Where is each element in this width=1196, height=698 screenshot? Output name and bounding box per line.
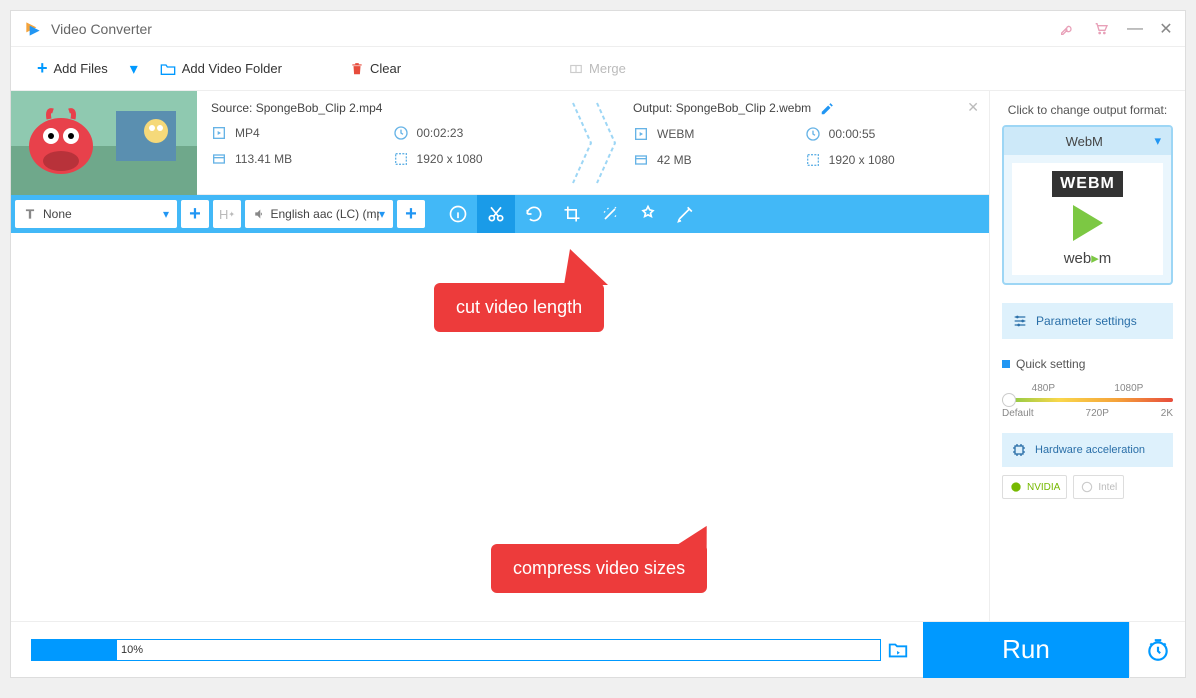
clear-label: Clear xyxy=(370,61,401,76)
bottom-bar: 10% Run xyxy=(11,621,1185,677)
compress-slider[interactable]: 10% xyxy=(31,639,881,661)
crop-tool[interactable] xyxy=(553,195,591,233)
add-folder-label: Add Video Folder xyxy=(182,61,282,76)
trash-icon xyxy=(350,61,364,77)
effects-tool[interactable] xyxy=(591,195,629,233)
add-subtitle-button[interactable]: + xyxy=(181,200,209,228)
quality-slider[interactable]: 480P1080P Default720P2K xyxy=(1002,383,1173,419)
edit-output-icon[interactable] xyxy=(820,102,834,116)
chevron-down-icon: ▾ xyxy=(1154,133,1161,149)
merge-label: Merge xyxy=(589,61,626,76)
folder-icon xyxy=(160,62,176,76)
merge-button: Merge xyxy=(555,55,640,82)
source-format: MP4 xyxy=(235,126,260,140)
output-resolution: 1920 x 1080 xyxy=(829,153,895,167)
annotation-compress: compress video sizes xyxy=(491,544,707,593)
output-size: 42 MB xyxy=(657,153,692,167)
main-toolbar: + Add Files ▾ Add Video Folder Clear Mer… xyxy=(11,47,1185,91)
clock-icon xyxy=(805,126,821,142)
add-files-button[interactable]: + Add Files xyxy=(23,52,122,85)
parameter-settings-button[interactable]: Parameter settings xyxy=(1002,303,1173,339)
audio-value: English aac (LC) (mp xyxy=(270,207,379,221)
output-duration: 00:00:55 xyxy=(829,127,876,141)
subtitle-value: None xyxy=(43,207,72,221)
chevron-down-icon: ▾ xyxy=(163,207,169,221)
key-icon[interactable] xyxy=(1059,21,1075,37)
output-format-selector[interactable]: WebM ▾ WEBM web▸m xyxy=(1002,125,1173,285)
format-badge: WEBM xyxy=(1052,171,1123,197)
output-label: Output: SpongeBob_Clip 2.webm xyxy=(633,101,811,115)
hq-button[interactable]: H✦ xyxy=(213,200,241,228)
chip-icon xyxy=(1011,442,1027,458)
add-folder-button[interactable]: Add Video Folder xyxy=(146,55,296,82)
add-audio-button[interactable]: + xyxy=(397,200,425,228)
merge-icon xyxy=(569,62,583,76)
video-thumbnail[interactable] xyxy=(11,91,197,195)
size-icon xyxy=(633,152,649,168)
intel-badge: Intel xyxy=(1073,475,1124,499)
add-files-label: Add Files xyxy=(54,61,108,76)
source-duration: 00:02:23 xyxy=(417,126,464,140)
cut-tool[interactable] xyxy=(477,195,515,233)
format-icon xyxy=(633,126,649,142)
run-button[interactable]: Run xyxy=(923,622,1129,678)
speaker-icon xyxy=(253,207,266,221)
play-icon xyxy=(1073,205,1103,241)
app-logo-icon xyxy=(23,19,43,39)
close-button[interactable]: ✕ xyxy=(1159,19,1173,39)
resolution-icon xyxy=(805,152,821,168)
source-size: 113.41 MB xyxy=(235,152,292,166)
plus-icon: + xyxy=(37,58,48,79)
main-area: Source: SpongeBob_Clip 2.mp4 MP4 00:02:2… xyxy=(11,91,989,621)
clock-icon xyxy=(393,125,409,141)
remove-file-button[interactable]: ✕ xyxy=(967,99,979,116)
change-format-label: Click to change output format: xyxy=(1002,103,1173,117)
adjust-tool[interactable] xyxy=(667,195,705,233)
nvidia-icon xyxy=(1009,480,1023,494)
cart-icon[interactable] xyxy=(1093,21,1109,37)
nvidia-badge: NVIDIA xyxy=(1002,475,1067,499)
add-files-dropdown[interactable]: ▾ xyxy=(130,59,138,79)
output-folder-button[interactable] xyxy=(887,639,909,661)
format-icon xyxy=(211,125,227,141)
resolution-icon xyxy=(393,151,409,167)
arrow-separator xyxy=(563,91,623,194)
sliders-icon xyxy=(1012,313,1028,329)
square-icon xyxy=(1002,360,1010,368)
size-icon xyxy=(211,151,227,167)
output-format: WEBM xyxy=(657,127,694,141)
text-icon xyxy=(23,207,37,221)
hardware-acceleration-button[interactable]: Hardware acceleration xyxy=(1002,433,1173,467)
sidebar: Click to change output format: WebM ▾ WE… xyxy=(989,91,1185,621)
annotation-cut: cut video length xyxy=(434,283,604,332)
audio-select[interactable]: English aac (LC) (mp ▾ xyxy=(245,200,393,228)
thumbnail-image xyxy=(11,91,197,195)
minimize-button[interactable]: — xyxy=(1127,20,1141,38)
progress-text: 10% xyxy=(121,644,143,656)
file-row: Source: SpongeBob_Clip 2.mp4 MP4 00:02:2… xyxy=(11,91,989,195)
progress-fill xyxy=(32,640,117,660)
watermark-tool[interactable] xyxy=(629,195,667,233)
format-name: WebM xyxy=(1066,134,1103,149)
titlebar: Video Converter — ✕ xyxy=(11,11,1185,47)
info-tool[interactable] xyxy=(439,195,477,233)
edit-toolbar: None ▾ + H✦ English aac (LC) (mp ▾ + xyxy=(11,195,989,233)
source-label: Source: SpongeBob_Clip 2.mp4 xyxy=(211,101,553,115)
app-title: Video Converter xyxy=(51,21,152,37)
format-logo-text: web▸m xyxy=(1020,249,1155,267)
clear-button[interactable]: Clear xyxy=(336,55,415,83)
slider-thumb[interactable] xyxy=(1002,393,1016,407)
schedule-button[interactable] xyxy=(1129,622,1185,678)
source-resolution: 1920 x 1080 xyxy=(417,152,483,166)
quick-setting-label: Quick setting xyxy=(1002,357,1173,371)
chevron-down-icon: ▾ xyxy=(379,207,385,221)
subtitle-select[interactable]: None ▾ xyxy=(15,200,177,228)
rotate-tool[interactable] xyxy=(515,195,553,233)
intel-icon xyxy=(1080,480,1094,494)
